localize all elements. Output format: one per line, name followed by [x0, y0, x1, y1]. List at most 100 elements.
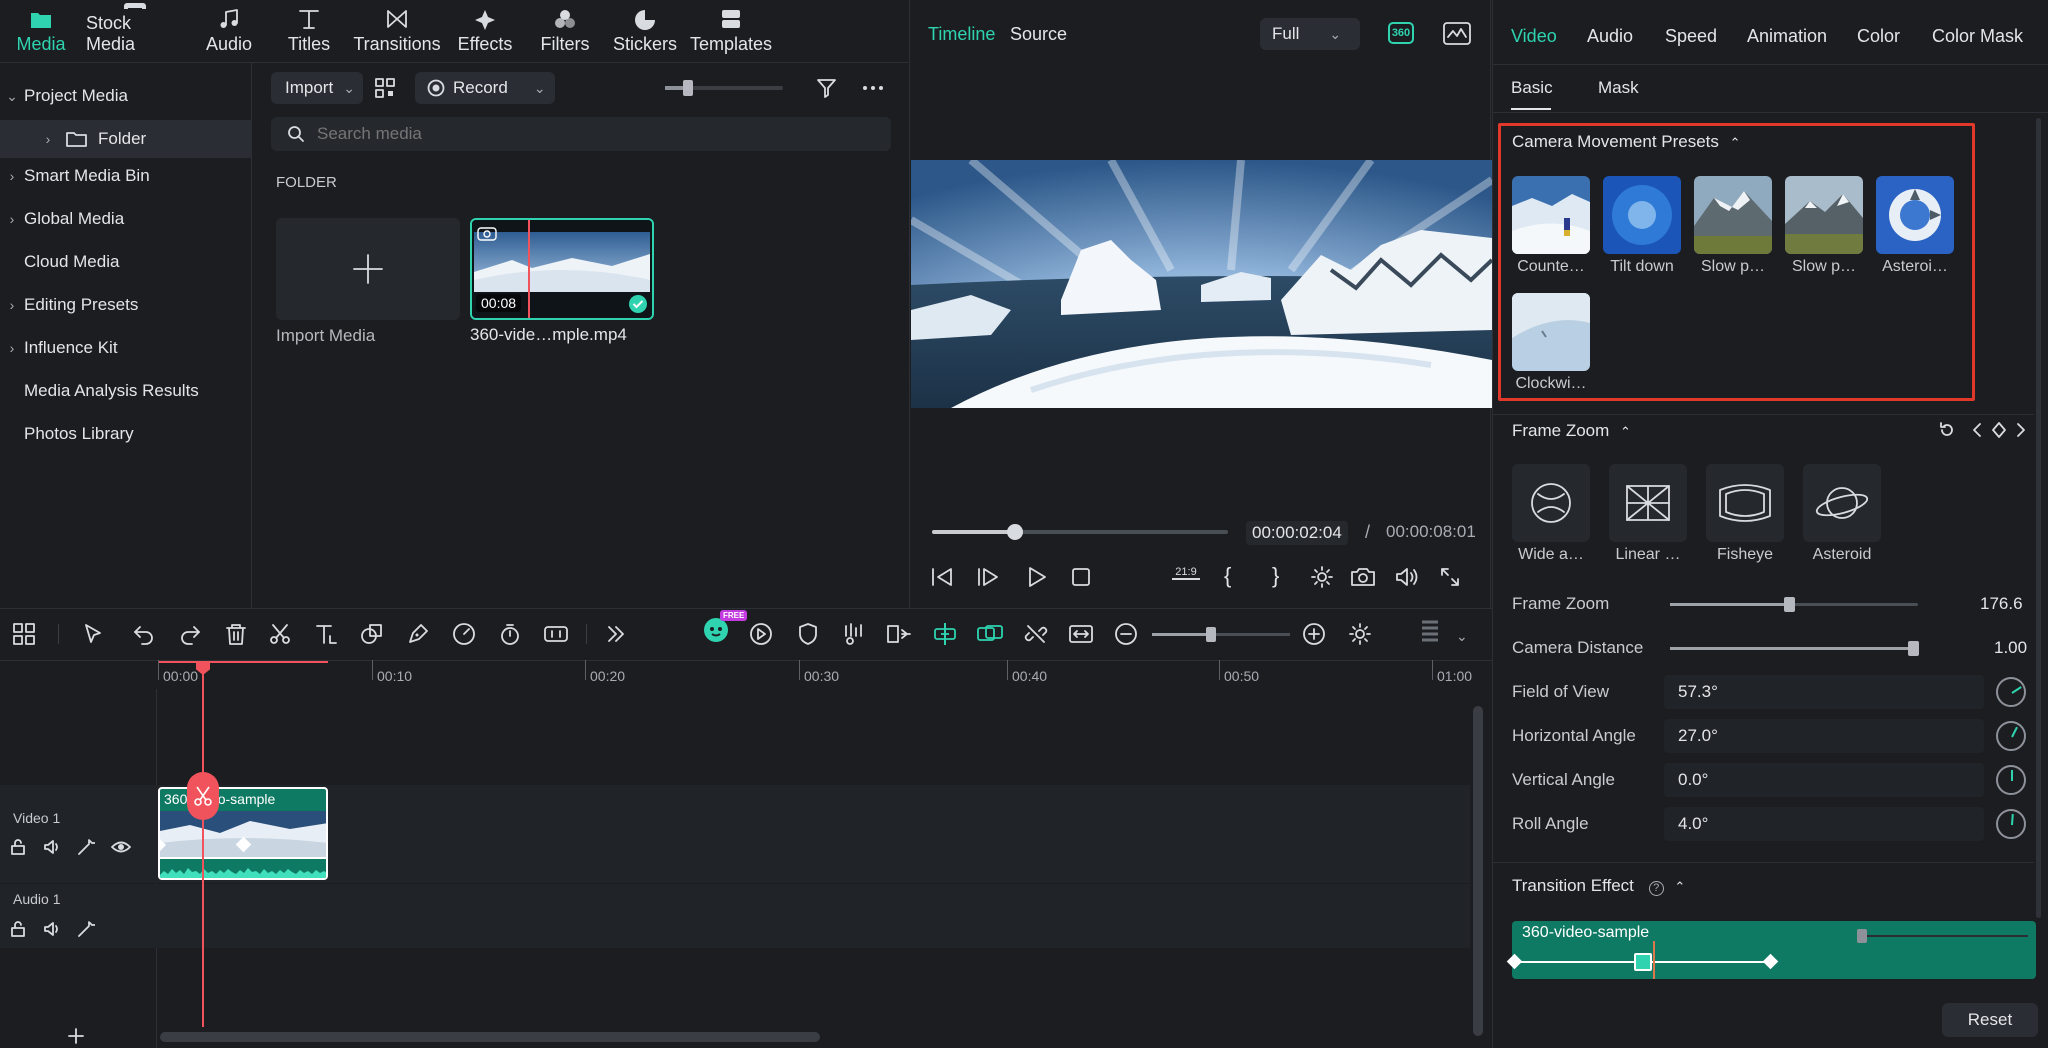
- tab-transitions[interactable]: Transitions: [352, 0, 442, 60]
- zoom-mode-asteroid[interactable]: [1803, 464, 1881, 542]
- tab-timeline[interactable]: Timeline: [928, 24, 995, 45]
- stop-icon[interactable]: [1070, 566, 1092, 588]
- transition-clip-bar[interactable]: 360-video-sample: [1506, 921, 2036, 979]
- progress-handle[interactable]: [1006, 524, 1023, 540]
- video-preview[interactable]: [911, 160, 1492, 408]
- snapshot-camera-icon[interactable]: [1350, 565, 1376, 589]
- tab-stickers[interactable]: Stickers: [610, 0, 680, 60]
- scissors-split-icon[interactable]: [268, 622, 292, 646]
- preset-asteroid[interactable]: [1876, 176, 1954, 254]
- preset-slow-pan-2[interactable]: [1785, 176, 1863, 254]
- slider-handle[interactable]: [1907, 641, 1919, 656]
- tab-audio[interactable]: Audio: [198, 0, 260, 60]
- slider-handle[interactable]: [1783, 597, 1795, 612]
- fov-dial[interactable]: [1996, 677, 2026, 707]
- import-media-tile[interactable]: [276, 218, 460, 320]
- prev-frame-icon[interactable]: [930, 566, 956, 588]
- tab-color-mask[interactable]: Color Mask: [1932, 26, 2023, 47]
- tab-source[interactable]: Source: [1010, 24, 1067, 45]
- preset-counterclockwise[interactable]: [1512, 176, 1590, 254]
- zoom-mode-linear[interactable]: [1609, 464, 1687, 542]
- tab-audio[interactable]: Audio: [1587, 26, 1633, 47]
- quality-dropdown[interactable]: Full ⌄: [1260, 18, 1360, 50]
- beat-sync-icon[interactable]: [842, 622, 866, 646]
- more-options-icon[interactable]: [861, 76, 885, 100]
- subtab-mask[interactable]: Mask: [1598, 78, 1639, 98]
- sidebar-item-global-media[interactable]: › Global Media: [0, 201, 252, 237]
- sidebar-item-influence-kit[interactable]: › Influence Kit: [0, 330, 252, 366]
- sidebar-item-smart-media-bin[interactable]: › Smart Media Bin: [0, 158, 252, 194]
- mute-speaker-icon[interactable]: [43, 838, 61, 856]
- zoom-in-icon[interactable]: [1302, 622, 1326, 646]
- tab-color[interactable]: Color: [1857, 26, 1900, 47]
- timeline-v-scrollbar[interactable]: [1473, 706, 1483, 1036]
- auto-motion-icon[interactable]: [748, 622, 774, 646]
- tab-video[interactable]: Video: [1511, 26, 1557, 47]
- subtab-basic[interactable]: Basic: [1511, 78, 1553, 98]
- preset-slow-pan-1[interactable]: [1694, 176, 1772, 254]
- undo-icon[interactable]: [132, 622, 156, 646]
- preset-tilt-down[interactable]: [1603, 176, 1681, 254]
- lock-icon[interactable]: [9, 920, 27, 938]
- frame-zoom-header[interactable]: Frame Zoom ⌃: [1512, 421, 1631, 441]
- waveform-scope-icon[interactable]: [1443, 22, 1471, 46]
- add-track-plus-icon[interactable]: [66, 1026, 86, 1046]
- thumbnail-size-slider[interactable]: [665, 80, 783, 96]
- frame-zoom-slider[interactable]: [1670, 597, 1918, 612]
- reset-icon[interactable]: [1938, 421, 1956, 439]
- timer-icon[interactable]: [498, 622, 522, 646]
- mark-in-icon[interactable]: {: [1224, 563, 1231, 589]
- prev-keyframe-icon[interactable]: [1970, 421, 1984, 439]
- split-scissors-button[interactable]: [187, 772, 219, 820]
- filter-icon[interactable]: [815, 76, 839, 100]
- search-bar[interactable]: [271, 117, 891, 151]
- panel-scrollbar[interactable]: [2036, 118, 2041, 918]
- unlink-icon[interactable]: [1024, 622, 1048, 646]
- eye-visibility-icon[interactable]: [111, 838, 131, 856]
- zoom-out-icon[interactable]: [1114, 622, 1138, 646]
- tab-speed[interactable]: Speed: [1665, 26, 1717, 47]
- record-button[interactable]: Record ⌄: [415, 72, 555, 104]
- pen-draw-icon[interactable]: [406, 622, 430, 646]
- reset-button[interactable]: Reset: [1942, 1003, 2038, 1037]
- roll-angle-input[interactable]: 4.0°: [1664, 807, 1984, 841]
- tab-media[interactable]: Media: [10, 0, 72, 60]
- tab-effects[interactable]: Effects: [454, 0, 516, 60]
- text-tool-icon[interactable]: [314, 622, 338, 646]
- crop-shape-icon[interactable]: [360, 622, 384, 646]
- timeline-h-scrollbar[interactable]: [160, 1032, 820, 1042]
- play-icon[interactable]: [1026, 566, 1048, 588]
- volume-icon[interactable]: [1394, 565, 1420, 589]
- layout-grid-icon[interactable]: [12, 622, 36, 646]
- slider-handle[interactable]: [683, 80, 693, 96]
- sidebar-item-photos-library[interactable]: Photos Library: [0, 416, 252, 452]
- next-frame-icon[interactable]: [976, 566, 1002, 588]
- magic-wand-icon[interactable]: [77, 920, 95, 938]
- fullscreen-icon[interactable]: [1438, 565, 1462, 589]
- settings-gear-icon[interactable]: [1310, 565, 1334, 589]
- help-icon[interactable]: ?: [1648, 881, 1664, 896]
- v-angle-dial[interactable]: [1996, 765, 2026, 795]
- snap-magnet-icon[interactable]: [932, 622, 958, 646]
- playhead-line[interactable]: [202, 661, 204, 1027]
- split-audio-icon[interactable]: [886, 622, 912, 646]
- redo-icon[interactable]: [178, 622, 202, 646]
- delete-trash-icon[interactable]: [224, 622, 248, 646]
- import-button[interactable]: Import ⌄: [271, 72, 363, 104]
- timeline-zoom-slider[interactable]: [1152, 627, 1290, 642]
- timeline-settings-icon[interactable]: [1348, 622, 1372, 646]
- more-tools-chevrons-icon[interactable]: [604, 622, 628, 646]
- keyframe-selected[interactable]: [1634, 953, 1652, 971]
- speed-ramp-icon[interactable]: [452, 622, 476, 646]
- track-height-icon[interactable]: [1418, 618, 1442, 646]
- camera-presets-header[interactable]: Camera Movement Presets ⌃: [1512, 132, 1741, 152]
- timeline-video-clip[interactable]: 360-video-sample: [158, 787, 328, 880]
- chevron-down-icon[interactable]: ⌄: [1456, 628, 1468, 645]
- tab-filters[interactable]: Filters: [534, 0, 596, 60]
- v-angle-input[interactable]: 0.0°: [1664, 763, 1984, 797]
- link-clips-icon[interactable]: [976, 622, 1004, 646]
- sidebar-item-project-media[interactable]: ⌄ Project Media: [0, 78, 252, 114]
- zoom-mode-fisheye[interactable]: [1706, 464, 1784, 542]
- mark-out-icon[interactable]: }: [1272, 563, 1279, 589]
- search-input[interactable]: [317, 124, 877, 144]
